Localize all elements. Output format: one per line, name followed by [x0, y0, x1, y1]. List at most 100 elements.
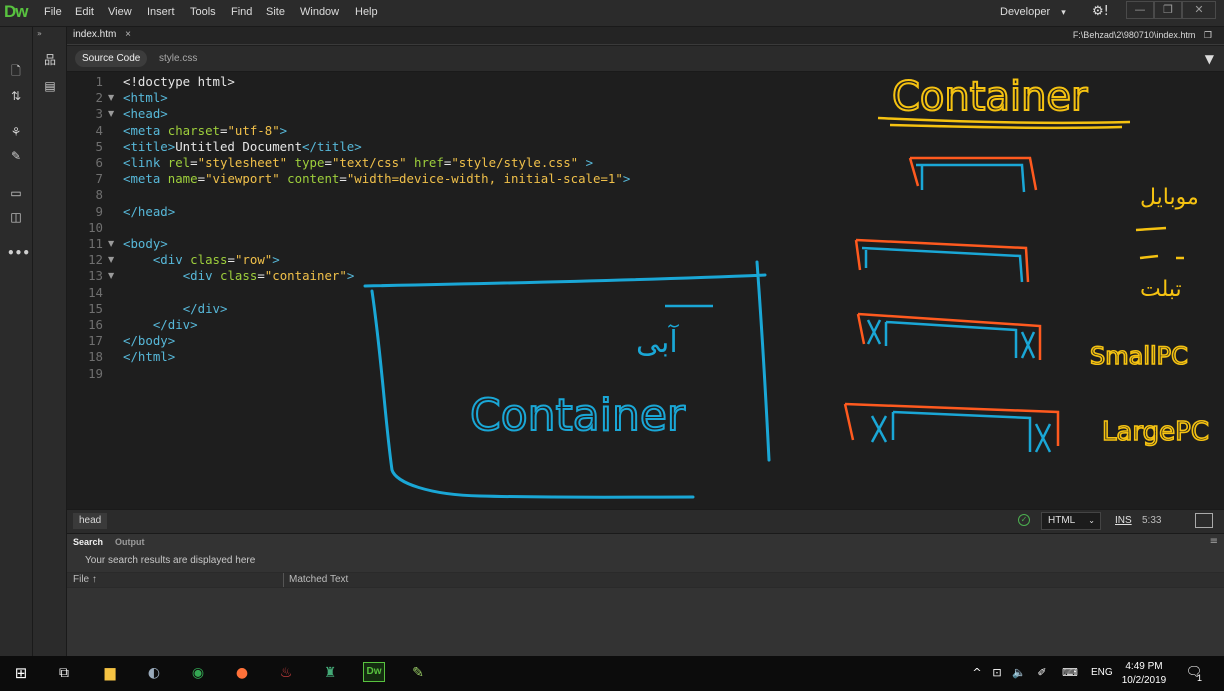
line-number: 17 [88, 333, 103, 349]
dreamweaver-taskbar-icon[interactable]: Dw [363, 662, 385, 682]
menu-view[interactable]: View [108, 6, 132, 18]
tag-selector[interactable]: head [73, 513, 108, 529]
check-icon: ✓ [1018, 514, 1030, 526]
document-tab[interactable]: index.htm × [73, 29, 131, 40]
code-line[interactable]: </head> [123, 204, 175, 220]
line-number: 12 [88, 252, 103, 268]
line-number: 13 [88, 268, 103, 284]
task-view-icon[interactable]: ⧉ [53, 663, 75, 683]
chrome-icon[interactable]: ◉ [187, 663, 209, 683]
tab-output[interactable]: Output [115, 537, 145, 547]
panel-strip: » 品 ▤ [33, 27, 67, 656]
line-number: 8 [95, 187, 103, 203]
restore-document-icon[interactable]: ❐ [1204, 30, 1212, 40]
code-line[interactable]: <head> [123, 106, 168, 122]
menu-insert[interactable]: Insert [147, 6, 175, 18]
code-line[interactable]: <body> [123, 236, 168, 252]
notification-count: 1 [1197, 673, 1203, 683]
notepad-icon[interactable]: ✎ [407, 663, 429, 683]
column-matched-text[interactable]: Matched Text [289, 574, 348, 585]
panel-menu-icon[interactable]: ≡ [1210, 536, 1218, 547]
code-line[interactable]: </div> [123, 301, 228, 317]
style-css-tab[interactable]: style.css [159, 53, 197, 64]
line-number: 2 [95, 90, 103, 106]
menu-tools[interactable]: Tools [190, 6, 216, 18]
document-tab-label: index.htm [73, 29, 117, 40]
code-line[interactable]: <meta name="viewport" content="width=dev… [123, 171, 630, 187]
column-divider [283, 573, 284, 587]
fold-toggle-icon[interactable]: ▼ [108, 252, 114, 268]
code-line[interactable]: <div class="row"> [123, 252, 280, 268]
volume-icon[interactable]: 🔈 [1008, 663, 1030, 683]
code-line[interactable]: </body> [123, 333, 175, 349]
windows-taskbar: ⊞ ⧉ ▆ ◐ ◉ ● ♨ ♜ Dw ✎ ^ ⊡ 🔈 ✐ ⌨ ENG 4:49 … [0, 656, 1224, 691]
network-icon[interactable]: ⊡ [986, 663, 1008, 683]
filter-icon[interactable]: ▼ [1205, 52, 1214, 66]
dom-tree-icon[interactable]: 品 [41, 52, 59, 68]
menu-window[interactable]: Window [300, 6, 339, 18]
document-path: F:\Behzad\2\980710\index.htm ❐ [1073, 30, 1212, 41]
clock[interactable]: 4:49 PM 10/2/2019 [1116, 660, 1172, 688]
network-app-icon[interactable]: ♜ [319, 663, 341, 683]
fold-toggle-icon[interactable]: ▼ [108, 236, 114, 252]
line-number: 9 [95, 203, 103, 219]
realtime-preview-icon[interactable] [1195, 513, 1213, 528]
dreamweaver-logo: Dw [4, 2, 29, 21]
code-line[interactable]: </div> [123, 317, 198, 333]
firefox-icon[interactable]: ● [231, 663, 253, 683]
menu-file[interactable]: File [44, 6, 62, 18]
file-explorer-icon[interactable]: ▆ [99, 663, 121, 683]
line-number: 15 [88, 300, 103, 316]
pen-icon[interactable]: ✐ [1031, 663, 1053, 683]
fold-toggle-icon[interactable]: ▼ [108, 268, 114, 284]
search-results-message: Your search results are displayed here [85, 555, 256, 566]
clock-time: 4:49 PM [1125, 661, 1163, 672]
app-icon[interactable]: ♨ [275, 663, 297, 683]
snippets-icon[interactable]: ▤ [41, 78, 59, 94]
workspace-switcher[interactable]: Developer ▾ [1000, 6, 1066, 18]
file-management-icon[interactable]: ⇅ [7, 88, 25, 104]
code-line[interactable]: <html> [123, 90, 168, 106]
code-line[interactable]: <!doctype html> [123, 74, 235, 90]
format-icon[interactable]: ✎ [7, 148, 25, 164]
minimize-button[interactable]: — [1126, 1, 1154, 19]
gear-icon[interactable]: ⚙! [1092, 4, 1109, 19]
comment-icon[interactable]: ▭ [7, 185, 25, 201]
chevron-down-icon: ▾ [1061, 7, 1066, 17]
code-line[interactable]: <link rel="stylesheet" type="text/css" h… [123, 155, 593, 171]
menu-edit[interactable]: Edit [75, 6, 94, 18]
code-line[interactable]: <div class="container"> [123, 268, 355, 284]
keyboard-icon[interactable]: ⌨ [1059, 663, 1081, 683]
close-window-button[interactable]: ✕ [1182, 1, 1216, 19]
more-tools-icon[interactable]: ••• [7, 245, 30, 261]
chevron-down-icon: ⌄ [1088, 516, 1095, 525]
code-line[interactable]: <meta charset="utf-8"> [123, 123, 287, 139]
code-navigator-icon[interactable]: ⚘ [7, 124, 25, 140]
tab-search[interactable]: Search [73, 537, 103, 547]
insert-mode[interactable]: INS [1115, 515, 1132, 526]
column-file[interactable]: File ↑ [73, 574, 97, 585]
restore-button[interactable]: ❐ [1154, 1, 1182, 19]
expand-panels-icon[interactable]: » [37, 29, 42, 38]
close-tab-icon[interactable]: × [125, 29, 131, 40]
wrap-tag-icon[interactable]: ◫ [7, 209, 25, 225]
line-number: 7 [95, 171, 103, 187]
menu-help[interactable]: Help [355, 6, 378, 18]
chevron-up-icon[interactable]: ^ [966, 663, 988, 683]
fold-toggle-icon[interactable]: ▼ [108, 106, 114, 122]
input-language[interactable]: ENG [1091, 667, 1113, 678]
code-line[interactable]: <title>Untitled Document</title> [123, 139, 362, 155]
code-editor[interactable]: 1 <!doctype html> 2 ▼ <html> 3 ▼ <head> 4 <meta c… [67, 72, 1224, 508]
paint-icon[interactable]: ◐ [143, 663, 165, 683]
cursor-position: 5:33 [1142, 515, 1162, 526]
document-type-select[interactable]: HTML ⌄ [1041, 512, 1101, 530]
menu-find[interactable]: Find [231, 6, 252, 18]
workspace-label: Developer [1000, 6, 1051, 18]
code-line[interactable]: </html> [123, 349, 175, 365]
line-number: 3 [95, 106, 103, 122]
source-code-tab[interactable]: Source Code [75, 50, 148, 67]
open-documents-icon[interactable]: 🗋 [7, 63, 25, 79]
menu-site[interactable]: Site [266, 6, 285, 18]
windows-start-icon[interactable]: ⊞ [10, 663, 32, 683]
fold-toggle-icon[interactable]: ▼ [108, 90, 114, 106]
